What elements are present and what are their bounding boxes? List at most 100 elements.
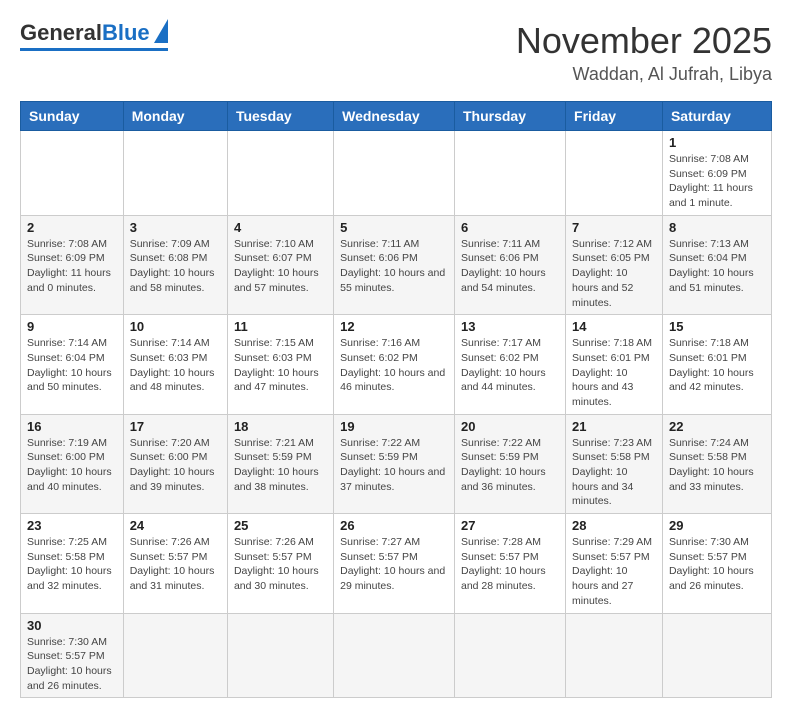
weekday-header-saturday: Saturday xyxy=(662,102,771,131)
day-info: Sunrise: 7:11 AMSunset: 6:06 PMDaylight:… xyxy=(461,237,559,296)
calendar-day-cell xyxy=(123,613,227,698)
day-number: 21 xyxy=(572,419,656,434)
calendar-day-cell: 15 Sunrise: 7:18 AMSunset: 6:01 PMDayligh… xyxy=(662,315,771,414)
calendar-day-cell: 1 Sunrise: 7:08 AMSunset: 6:09 PMDaylight… xyxy=(662,131,771,216)
day-info: Sunrise: 7:10 AMSunset: 6:07 PMDaylight:… xyxy=(234,237,327,296)
day-number: 24 xyxy=(130,518,221,533)
calendar-day-cell: 30Sunrise: 7:30 AMSunset: 5:57 PMDayligh… xyxy=(21,613,124,698)
calendar-day-cell: 2 Sunrise: 7:08 AMSunset: 6:09 PMDaylight… xyxy=(21,215,124,314)
day-number: 10 xyxy=(130,319,221,334)
day-info: Sunrise: 7:26 AMSunset: 5:57 PMDaylight:… xyxy=(234,535,327,594)
day-number: 4 xyxy=(234,220,327,235)
calendar-day-cell: 28Sunrise: 7:29 AMSunset: 5:57 PMDayligh… xyxy=(566,514,663,613)
calendar-day-cell xyxy=(566,131,663,216)
calendar-day-cell: 14 Sunrise: 7:18 AMSunset: 6:01 PMDayligh… xyxy=(566,315,663,414)
day-number: 11 xyxy=(234,319,327,334)
calendar-day-cell xyxy=(334,131,455,216)
day-info: Sunrise: 7:08 AMSunset: 6:09 PMDaylight:… xyxy=(669,152,765,211)
calendar-day-cell: 18 Sunrise: 7:21 AMSunset: 5:59 PMDayligh… xyxy=(227,414,333,513)
calendar-day-cell xyxy=(334,613,455,698)
weekday-header-thursday: Thursday xyxy=(454,102,565,131)
title-section: November 2025 Waddan, Al Jufrah, Libya xyxy=(516,20,772,85)
logo-triangle-icon xyxy=(154,19,168,43)
logo-blue-text: Blue xyxy=(102,20,150,46)
day-info: Sunrise: 7:27 AMSunset: 5:57 PMDaylight:… xyxy=(340,535,448,594)
calendar-day-cell: 9 Sunrise: 7:14 AMSunset: 6:04 PMDaylight… xyxy=(21,315,124,414)
calendar-day-cell: 21 Sunrise: 7:23 AMSunset: 5:58 PMDayligh… xyxy=(566,414,663,513)
page-header: General Blue November 2025 Waddan, Al Ju… xyxy=(20,20,772,85)
day-number: 5 xyxy=(340,220,448,235)
day-number: 29 xyxy=(669,518,765,533)
day-info: Sunrise: 7:09 AMSunset: 6:08 PMDaylight:… xyxy=(130,237,221,296)
day-info: Sunrise: 7:17 AMSunset: 6:02 PMDaylight:… xyxy=(461,336,559,395)
day-number: 26 xyxy=(340,518,448,533)
logo: General Blue xyxy=(20,20,168,51)
day-info: Sunrise: 7:16 AMSunset: 6:02 PMDaylight:… xyxy=(340,336,448,395)
day-info: Sunrise: 7:29 AMSunset: 5:57 PMDaylight:… xyxy=(572,535,656,608)
day-number: 1 xyxy=(669,135,765,150)
day-info: Sunrise: 7:23 AMSunset: 5:58 PMDaylight:… xyxy=(572,436,656,509)
calendar-day-cell: 19Sunrise: 7:22 AMSunset: 5:59 PMDayligh… xyxy=(334,414,455,513)
day-info: Sunrise: 7:13 AMSunset: 6:04 PMDaylight:… xyxy=(669,237,765,296)
day-number: 7 xyxy=(572,220,656,235)
day-info: Sunrise: 7:08 AMSunset: 6:09 PMDaylight:… xyxy=(27,237,117,296)
day-info: Sunrise: 7:24 AMSunset: 5:58 PMDaylight:… xyxy=(669,436,765,495)
day-info: Sunrise: 7:20 AMSunset: 6:00 PMDaylight:… xyxy=(130,436,221,495)
calendar-day-cell: 11 Sunrise: 7:15 AMSunset: 6:03 PMDayligh… xyxy=(227,315,333,414)
day-info: Sunrise: 7:15 AMSunset: 6:03 PMDaylight:… xyxy=(234,336,327,395)
calendar-day-cell: 3 Sunrise: 7:09 AMSunset: 6:08 PMDaylight… xyxy=(123,215,227,314)
location-title: Waddan, Al Jufrah, Libya xyxy=(516,64,772,85)
calendar-day-cell: 6 Sunrise: 7:11 AMSunset: 6:06 PMDaylight… xyxy=(454,215,565,314)
calendar-day-cell: 13 Sunrise: 7:17 AMSunset: 6:02 PMDayligh… xyxy=(454,315,565,414)
logo-underline xyxy=(20,48,168,51)
day-info: Sunrise: 7:21 AMSunset: 5:59 PMDaylight:… xyxy=(234,436,327,495)
day-number: 23 xyxy=(27,518,117,533)
calendar-day-cell xyxy=(566,613,663,698)
day-info: Sunrise: 7:11 AMSunset: 6:06 PMDaylight:… xyxy=(340,237,448,296)
calendar-day-cell xyxy=(454,613,565,698)
calendar-week-row: 9 Sunrise: 7:14 AMSunset: 6:04 PMDaylight… xyxy=(21,315,772,414)
day-info: Sunrise: 7:25 AMSunset: 5:58 PMDaylight:… xyxy=(27,535,117,594)
day-number: 27 xyxy=(461,518,559,533)
day-number: 14 xyxy=(572,319,656,334)
day-number: 9 xyxy=(27,319,117,334)
weekday-header-tuesday: Tuesday xyxy=(227,102,333,131)
calendar-day-cell: 4 Sunrise: 7:10 AMSunset: 6:07 PMDaylight… xyxy=(227,215,333,314)
day-number: 15 xyxy=(669,319,765,334)
day-number: 3 xyxy=(130,220,221,235)
day-info: Sunrise: 7:18 AMSunset: 6:01 PMDaylight:… xyxy=(572,336,656,409)
calendar-day-cell: 10 Sunrise: 7:14 AMSunset: 6:03 PMDayligh… xyxy=(123,315,227,414)
weekday-header-sunday: Sunday xyxy=(21,102,124,131)
day-number: 20 xyxy=(461,419,559,434)
day-number: 13 xyxy=(461,319,559,334)
day-info: Sunrise: 7:18 AMSunset: 6:01 PMDaylight:… xyxy=(669,336,765,395)
day-info: Sunrise: 7:30 AMSunset: 5:57 PMDaylight:… xyxy=(669,535,765,594)
day-info: Sunrise: 7:28 AMSunset: 5:57 PMDaylight:… xyxy=(461,535,559,594)
calendar-day-cell xyxy=(454,131,565,216)
logo-general-text: General xyxy=(20,20,102,46)
day-number: 18 xyxy=(234,419,327,434)
calendar-day-cell: 20Sunrise: 7:22 AMSunset: 5:59 PMDayligh… xyxy=(454,414,565,513)
calendar-day-cell: 12Sunrise: 7:16 AMSunset: 6:02 PMDayligh… xyxy=(334,315,455,414)
day-number: 2 xyxy=(27,220,117,235)
day-number: 25 xyxy=(234,518,327,533)
weekday-header-wednesday: Wednesday xyxy=(334,102,455,131)
day-info: Sunrise: 7:14 AMSunset: 6:04 PMDaylight:… xyxy=(27,336,117,395)
day-number: 17 xyxy=(130,419,221,434)
calendar-day-cell: 5 Sunrise: 7:11 AMSunset: 6:06 PMDaylight… xyxy=(334,215,455,314)
calendar-day-cell xyxy=(227,613,333,698)
calendar-week-row: 1 Sunrise: 7:08 AMSunset: 6:09 PMDaylight… xyxy=(21,131,772,216)
day-info: Sunrise: 7:14 AMSunset: 6:03 PMDaylight:… xyxy=(130,336,221,395)
day-number: 19 xyxy=(340,419,448,434)
weekday-header-monday: Monday xyxy=(123,102,227,131)
calendar-day-cell: 23 Sunrise: 7:25 AMSunset: 5:58 PMDayligh… xyxy=(21,514,124,613)
day-number: 16 xyxy=(27,419,117,434)
day-number: 22 xyxy=(669,419,765,434)
calendar-day-cell: 7Sunrise: 7:12 AMSunset: 6:05 PMDaylight… xyxy=(566,215,663,314)
calendar-week-row: 30Sunrise: 7:30 AMSunset: 5:57 PMDayligh… xyxy=(21,613,772,698)
calendar-day-cell xyxy=(227,131,333,216)
day-number: 6 xyxy=(461,220,559,235)
calendar-day-cell: 27 Sunrise: 7:28 AMSunset: 5:57 PMDayligh… xyxy=(454,514,565,613)
calendar-table: SundayMondayTuesdayWednesdayThursdayFrid… xyxy=(20,101,772,698)
day-info: Sunrise: 7:26 AMSunset: 5:57 PMDaylight:… xyxy=(130,535,221,594)
